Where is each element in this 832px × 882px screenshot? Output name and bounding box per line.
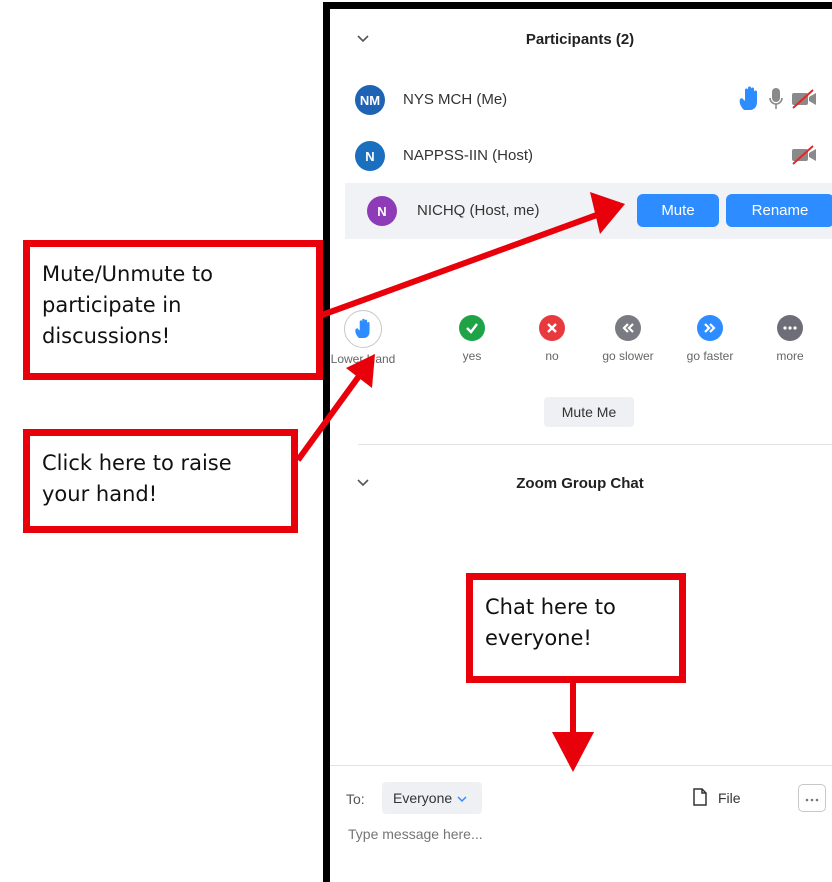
- avatar: N: [367, 196, 397, 226]
- reaction-label: go faster: [686, 349, 734, 363]
- check-icon: [459, 315, 485, 341]
- recipient-value: Everyone: [393, 790, 453, 806]
- reaction-no[interactable]: no: [517, 315, 587, 363]
- divider: [330, 765, 832, 766]
- reaction-label: yes: [462, 349, 482, 363]
- reaction-label: more: [776, 349, 804, 363]
- mute-me-button[interactable]: Mute Me: [544, 397, 634, 427]
- divider: [358, 444, 832, 445]
- fast-forward-icon: [697, 315, 723, 341]
- video-off-icon: [791, 145, 817, 170]
- callout-raise-hand: Click here to raise your hand!: [23, 429, 298, 533]
- avatar: N: [355, 141, 385, 171]
- video-off-icon: [791, 89, 817, 114]
- chevron-down-icon: [457, 790, 467, 806]
- reaction-label: go slower: [602, 349, 654, 363]
- raised-hand-icon: [344, 310, 382, 348]
- rename-participant-button[interactable]: Rename: [726, 194, 832, 227]
- participant-row-hovered[interactable]: N NICHQ (Host, me) Mute Rename: [345, 183, 832, 239]
- mute-participant-button[interactable]: Mute: [637, 194, 719, 227]
- avatar: NM: [355, 85, 385, 115]
- raised-hand-icon: [738, 86, 760, 117]
- participant-name: NAPPSS-IIN (Host): [403, 147, 534, 164]
- callout-mute-unmute: Mute/Unmute to participate in discussion…: [23, 240, 323, 380]
- participants-title: Participants (2): [525, 31, 635, 48]
- file-button[interactable]: File: [718, 790, 741, 806]
- reaction-go-slower[interactable]: go slower: [593, 315, 663, 363]
- to-label: To:: [346, 791, 365, 807]
- recipient-dropdown[interactable]: Everyone: [382, 782, 482, 814]
- reaction-go-faster[interactable]: go faster: [675, 315, 745, 363]
- callout-chat: Chat here to everyone!: [466, 573, 686, 683]
- reaction-label: Lower Hand: [330, 352, 396, 366]
- ellipsis-icon: [805, 789, 819, 807]
- participant-name: NICHQ (Host, me): [417, 202, 540, 219]
- zoom-panel: Participants (2) NM NYS MCH (Me) N NAPPS…: [323, 2, 832, 882]
- x-icon: [539, 315, 565, 341]
- file-icon[interactable]: [692, 788, 708, 811]
- reaction-label: no: [545, 349, 559, 363]
- chat-more-options-button[interactable]: [798, 784, 826, 812]
- reaction-yes[interactable]: yes: [437, 315, 507, 363]
- participant-name: NYS MCH (Me): [403, 91, 508, 108]
- chat-message-input[interactable]: [346, 825, 820, 843]
- microphone-icon: [767, 86, 785, 117]
- participant-row[interactable]: N NAPPSS-IIN (Host): [345, 133, 832, 179]
- participant-row[interactable]: NM NYS MCH (Me): [345, 77, 832, 123]
- rewind-icon: [615, 315, 641, 341]
- chat-title: Zoom Group Chat: [516, 475, 644, 492]
- reaction-more[interactable]: more: [755, 315, 825, 363]
- ellipsis-icon: [777, 315, 803, 341]
- reaction-lower-hand[interactable]: Lower Hand: [330, 310, 398, 366]
